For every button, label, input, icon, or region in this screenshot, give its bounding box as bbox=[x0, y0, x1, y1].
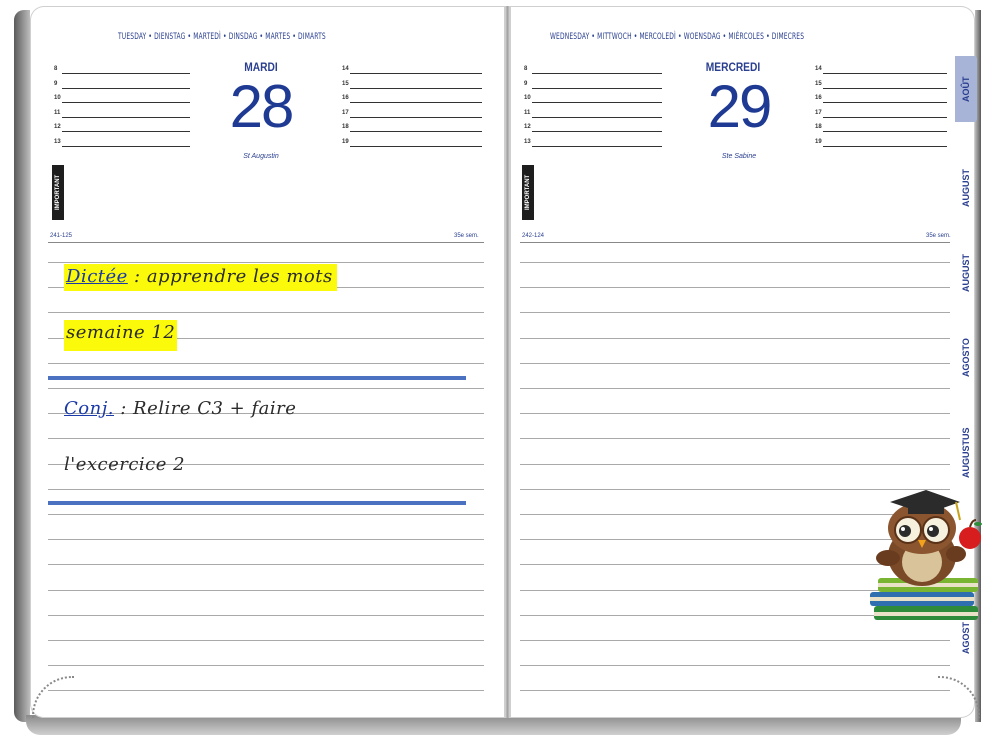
hour-label: 11 bbox=[524, 109, 531, 116]
left-header-rule bbox=[48, 242, 484, 243]
ruled-line bbox=[520, 312, 950, 314]
ruled-line bbox=[520, 362, 950, 364]
hour-label: 8 bbox=[54, 66, 58, 72]
ruled-line bbox=[48, 388, 484, 389]
ruled-line bbox=[48, 614, 484, 616]
hour-label: 19 bbox=[815, 138, 822, 145]
ruled-line bbox=[48, 589, 484, 591]
ruled-line bbox=[520, 665, 950, 667]
book-left-edge bbox=[14, 10, 30, 722]
hour-label: 18 bbox=[815, 124, 822, 130]
ruled-line bbox=[520, 413, 950, 415]
hour-label: 14 bbox=[815, 66, 822, 72]
hour-label: 12 bbox=[524, 124, 531, 130]
note-dictee-line1[interactable]: Dictée : apprendre les mots bbox=[64, 264, 337, 291]
hour-label: 13 bbox=[524, 138, 531, 145]
ruled-line bbox=[48, 690, 484, 692]
note-dictee-text: : apprendre les mots bbox=[127, 266, 333, 287]
ruled-line bbox=[520, 388, 950, 389]
tab-month[interactable]: AUGUST bbox=[955, 243, 977, 303]
right-header-rule bbox=[520, 242, 950, 243]
hour-label: 17 bbox=[815, 109, 822, 116]
note-dictee-line2[interactable]: semaine 12 bbox=[64, 320, 178, 351]
hour-label: 17 bbox=[342, 109, 349, 116]
ruled-line bbox=[520, 690, 950, 692]
hour-label: 16 bbox=[342, 95, 349, 101]
ruled-line bbox=[48, 514, 484, 515]
hour-label: 10 bbox=[54, 95, 61, 101]
left-week: 35e sem. bbox=[454, 233, 479, 239]
ruled-line bbox=[520, 262, 950, 263]
ruled-line bbox=[48, 640, 484, 641]
tab-month[interactable]: AUGUST bbox=[955, 158, 977, 218]
right-saint: Ste Sabine bbox=[721, 153, 757, 160]
ruled-line bbox=[520, 287, 950, 289]
right-day-number: 29 bbox=[707, 73, 773, 140]
apple-icon bbox=[959, 519, 982, 549]
ruled-line bbox=[48, 564, 484, 566]
ruled-line bbox=[48, 438, 484, 440]
hour-label: 19 bbox=[342, 138, 349, 145]
ruled-line bbox=[48, 262, 484, 263]
ruled-line bbox=[48, 312, 484, 314]
hour-label: 13 bbox=[54, 138, 61, 145]
ruled-line bbox=[48, 665, 484, 667]
left-important-tag: IMPORTANT bbox=[52, 165, 64, 220]
book-bottom-edge bbox=[26, 715, 961, 735]
ruled-line bbox=[48, 539, 484, 541]
ruled-line bbox=[48, 488, 484, 490]
left-day-number: 28 bbox=[229, 73, 295, 140]
hour-label: 15 bbox=[815, 80, 822, 87]
left-day-count: 241-125 bbox=[50, 233, 73, 239]
hour-label: 16 bbox=[815, 95, 822, 101]
tab-month[interactable]: AUGUSTUS bbox=[955, 413, 977, 493]
right-day-count: 242-124 bbox=[522, 233, 545, 239]
tab-month[interactable]: AGOSTO bbox=[955, 328, 977, 388]
hour-label: 15 bbox=[342, 80, 349, 87]
ruled-line bbox=[48, 362, 484, 364]
left-languages: TUESDAY • DIENSTAG • MARTEDÌ • DINSDAG •… bbox=[118, 32, 326, 42]
left-blue-separator bbox=[48, 501, 466, 505]
owl-icon bbox=[876, 502, 966, 586]
note-conj-line2[interactable]: l'excercice 2 bbox=[64, 454, 185, 475]
hour-label: 9 bbox=[54, 80, 58, 87]
ruled-line bbox=[520, 640, 950, 641]
note-conj-line1[interactable]: Conj. : Relire C3 + faire bbox=[64, 398, 296, 419]
note-conj-text: : Relire C3 + faire bbox=[114, 398, 297, 419]
right-week: 35e sem. bbox=[926, 233, 951, 239]
ruled-line bbox=[520, 463, 950, 465]
left-blue-separator bbox=[48, 376, 466, 380]
note-conj-label: Conj. bbox=[64, 398, 115, 419]
note-dictee-label: Dictée bbox=[66, 266, 128, 287]
hour-label: 12 bbox=[54, 124, 61, 130]
hour-label: 14 bbox=[342, 66, 349, 72]
owl-teacher-illustration bbox=[870, 490, 982, 620]
hour-label: 10 bbox=[524, 95, 531, 101]
hour-label: 11 bbox=[54, 109, 61, 116]
hour-label: 18 bbox=[342, 124, 349, 130]
hour-label: 8 bbox=[524, 66, 528, 72]
hour-label: 9 bbox=[524, 80, 528, 87]
ruled-line bbox=[520, 337, 950, 339]
tab-month[interactable]: AOÛT bbox=[955, 56, 977, 122]
right-languages: WEDNESDAY • MITTWOCH • MERCOLEDÌ • WOENS… bbox=[550, 32, 805, 42]
ruled-line bbox=[520, 438, 950, 440]
left-saint: St Augustin bbox=[243, 153, 279, 160]
right-important-tag: IMPORTANT bbox=[522, 165, 534, 220]
